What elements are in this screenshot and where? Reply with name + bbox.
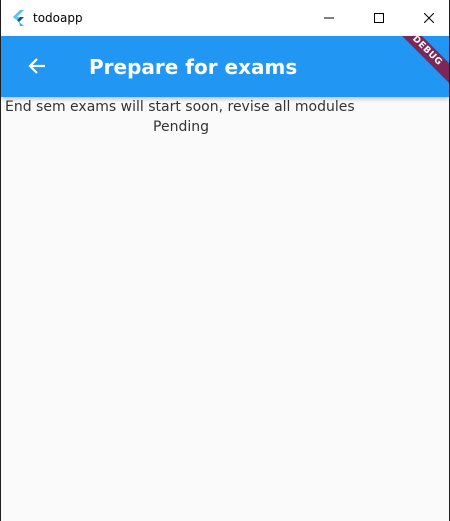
title-bar: todoapp: [1, 0, 449, 36]
page-title: Prepare for exams: [89, 55, 298, 79]
app-window: todoapp Prepare for exams DEBUG End sem …: [0, 0, 450, 521]
task-detail: End sem exams will start soon, revise al…: [1, 97, 449, 137]
window-title: todoapp: [33, 11, 83, 25]
close-button[interactable]: [406, 0, 449, 36]
debug-banner: DEBUG: [386, 36, 449, 92]
back-button[interactable]: [23, 52, 51, 80]
task-description: End sem exams will start soon, revise al…: [5, 99, 355, 115]
minimize-icon: [323, 17, 334, 19]
app-bar: Prepare for exams DEBUG: [1, 36, 449, 97]
flutter-logo-icon: [13, 10, 24, 26]
maximize-icon: [373, 13, 384, 23]
task-status: Pending: [153, 119, 209, 135]
arrow-left-icon: [28, 58, 45, 74]
minimize-button[interactable]: [306, 0, 351, 36]
close-icon: [423, 13, 434, 23]
maximize-button[interactable]: [356, 0, 401, 36]
